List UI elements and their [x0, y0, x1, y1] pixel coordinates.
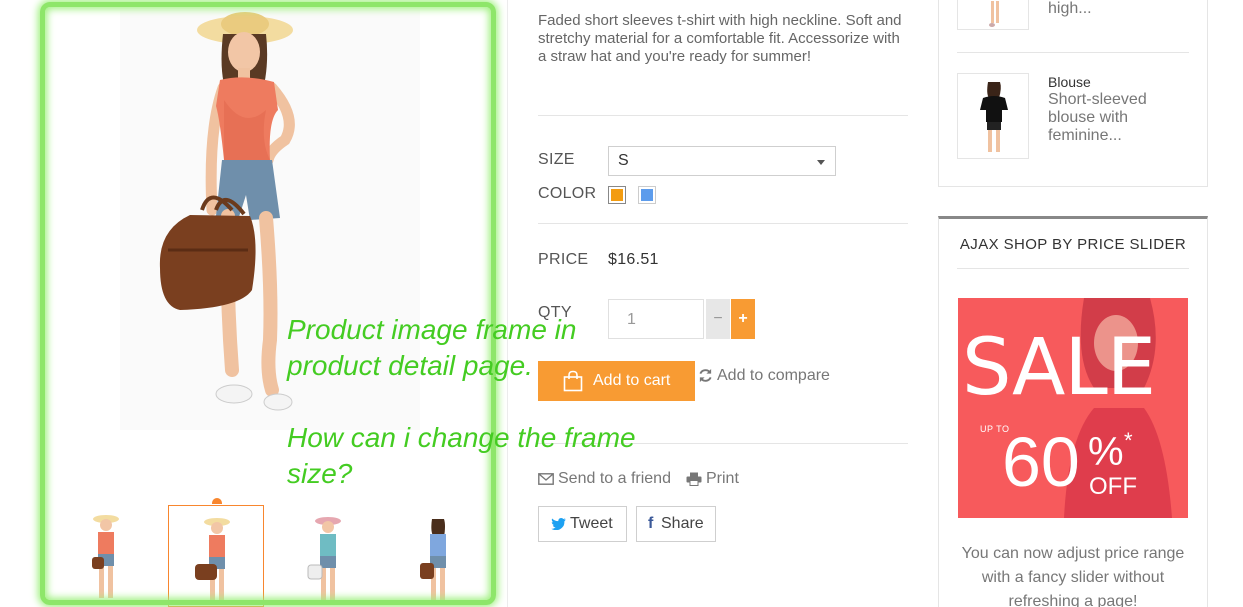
- add-to-compare-link[interactable]: Add to compare: [698, 367, 830, 385]
- related-product-image: [989, 1, 999, 27]
- thumbnail-image: [92, 515, 119, 598]
- chevron-down-icon: [817, 160, 825, 165]
- related-product-image: [980, 82, 1008, 152]
- annotation-text-2: How can i change the frame size?: [287, 422, 636, 489]
- size-select[interactable]: S: [608, 146, 836, 176]
- swatch-fill: [611, 189, 623, 201]
- tweet-button[interactable]: Tweet: [538, 506, 627, 542]
- print-label: Print: [706, 470, 739, 487]
- banner-off-text: OFF: [1089, 473, 1137, 500]
- banner-asterisk: *: [1124, 428, 1133, 453]
- size-select-value: S: [618, 152, 629, 169]
- related-product-name[interactable]: Blouse: [1048, 74, 1091, 90]
- banner-discount-value: 60: [1002, 423, 1080, 501]
- printer-icon: [686, 472, 702, 486]
- product-image-column: [0, 0, 508, 607]
- product-description: Faded short sleeves t-shirt with high ne…: [538, 12, 902, 65]
- color-label: COLOR: [538, 185, 597, 202]
- price-value: $16.51: [608, 251, 659, 268]
- facebook-share-button[interactable]: f Share: [636, 506, 716, 542]
- color-swatch-blue[interactable]: [638, 186, 656, 204]
- thumbnail-image: [307, 517, 341, 600]
- price-slider-description: You can now adjust price range with a fa…: [961, 545, 1185, 607]
- refresh-icon: [699, 369, 712, 383]
- share-label: Share: [661, 515, 704, 532]
- twitter-icon: [551, 518, 566, 530]
- thumbnail-3[interactable]: [280, 505, 376, 607]
- thumbnail-2[interactable]: [168, 505, 264, 607]
- quantity-decrease-button[interactable]: −: [706, 299, 730, 339]
- banner-sale-text: SALE: [962, 323, 1156, 413]
- thumbnail-image: [420, 519, 446, 600]
- related-product-thumbnail[interactable]: [957, 73, 1029, 159]
- annotation-text-1: Product image frame in product detail pa…: [287, 314, 577, 381]
- price-label: PRICE: [538, 251, 589, 268]
- divider: [957, 268, 1189, 269]
- related-product-description: Short-sleeved blouse with feminine...: [1048, 91, 1147, 144]
- quantity-value: 1: [627, 311, 636, 328]
- add-to-cart-label: Add to cart: [593, 372, 671, 389]
- related-product-description: high...: [1048, 0, 1092, 17]
- swatch-fill: [641, 189, 653, 201]
- divider: [538, 223, 908, 224]
- quantity-increase-button[interactable]: +: [731, 299, 755, 339]
- banner-percent-sign: %: [1088, 430, 1124, 474]
- sale-banner[interactable]: SALE UP TO 60 % * OFF: [958, 298, 1188, 518]
- tweet-label: Tweet: [570, 515, 613, 532]
- thumbnail-image: [195, 518, 230, 601]
- divider: [538, 115, 908, 116]
- divider: [957, 52, 1189, 53]
- thumbnail-1[interactable]: [58, 505, 154, 607]
- add-to-compare-label: Add to compare: [717, 367, 830, 384]
- thumbnail-4[interactable]: [390, 505, 486, 607]
- quantity-input[interactable]: 1: [608, 299, 704, 339]
- facebook-icon: f: [648, 515, 654, 532]
- thumbnail-active-indicator: [212, 498, 222, 504]
- price-slider-title: AJAX SHOP BY PRICE SLIDER: [959, 236, 1187, 253]
- color-swatch-orange[interactable]: [608, 186, 626, 204]
- size-label: SIZE: [538, 151, 575, 168]
- print-link[interactable]: Print: [686, 470, 739, 488]
- related-product-thumbnail[interactable]: [957, 0, 1029, 30]
